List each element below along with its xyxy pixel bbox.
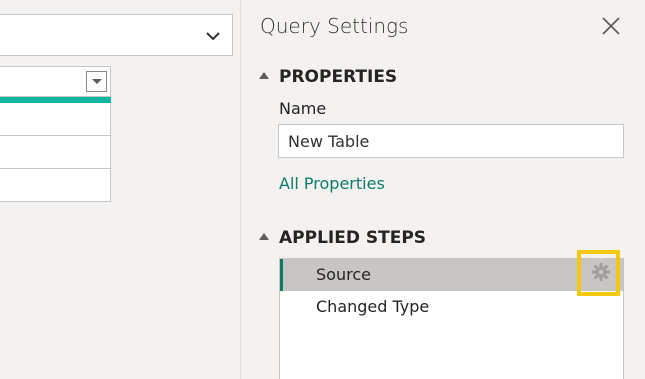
step-label: Changed Type (316, 297, 430, 316)
column-filter-dropdown-icon[interactable] (86, 71, 107, 92)
query-settings-panel: Query Settings PROPERTIES Name All Prope… (241, 0, 645, 379)
gear-icon[interactable] (591, 262, 611, 282)
name-input[interactable] (278, 124, 624, 158)
table-row[interactable] (0, 103, 111, 136)
step-settings-highlight (577, 250, 620, 296)
name-label: Name (279, 99, 327, 118)
step-source[interactable]: Source (280, 259, 623, 291)
data-preview-pane (0, 0, 240, 379)
applied-steps-section-header[interactable]: APPLIED STEPS (259, 228, 426, 248)
data-grid (0, 66, 111, 202)
formula-bar[interactable] (0, 14, 233, 56)
step-changed-type[interactable]: Changed Type (280, 291, 623, 323)
step-label: Source (316, 265, 371, 284)
table-row[interactable] (0, 136, 111, 169)
close-icon[interactable] (599, 14, 623, 38)
properties-section-header[interactable]: PROPERTIES (259, 67, 397, 87)
chevron-down-icon[interactable] (204, 27, 222, 45)
collapse-triangle-icon (259, 71, 269, 79)
applied-steps-list: Source Changed Type (279, 258, 624, 379)
properties-header-label: PROPERTIES (279, 67, 398, 87)
collapse-triangle-icon (259, 232, 269, 240)
applied-steps-header-label: APPLIED STEPS (279, 228, 427, 248)
table-row[interactable] (0, 169, 111, 202)
panel-title: Query Settings (260, 14, 409, 38)
column-header (0, 66, 111, 97)
all-properties-link[interactable]: All Properties (279, 174, 385, 193)
